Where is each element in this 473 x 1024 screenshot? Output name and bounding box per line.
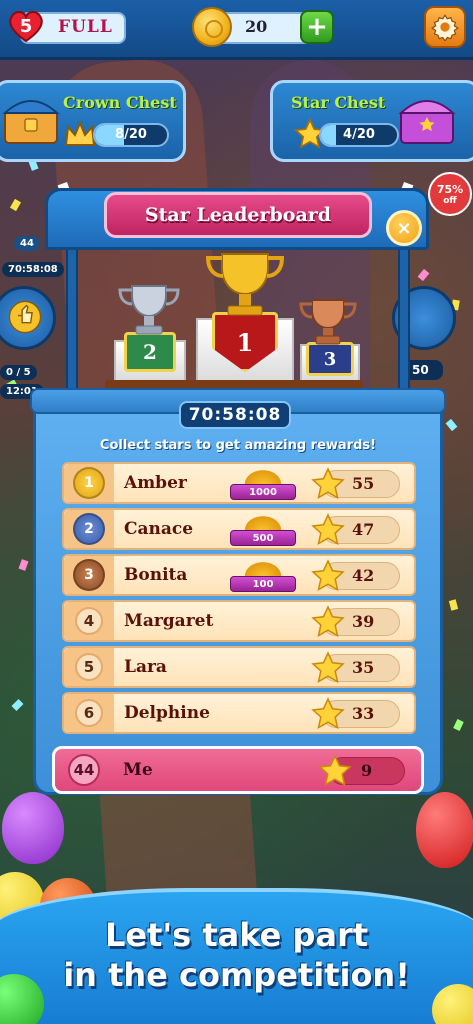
left-widget-counter: 0 / 5 bbox=[0, 365, 37, 380]
leaderboard-timer: 70:58:08 bbox=[179, 401, 291, 429]
heart-icon: 5 bbox=[6, 6, 46, 46]
leaderboard-timer-text: 70:58:08 bbox=[188, 405, 282, 425]
gear-icon bbox=[431, 14, 459, 41]
crown-chest-progress: 8/20 bbox=[93, 123, 169, 147]
star-icon bbox=[311, 513, 345, 546]
player-score: 33 bbox=[352, 704, 375, 723]
thumbs-up-icon bbox=[8, 300, 42, 334]
reward-amount: 1000 bbox=[230, 484, 296, 500]
rank-cell: 5 bbox=[64, 648, 114, 686]
rank-number: 6 bbox=[75, 699, 103, 727]
gold-medal-icon: 1 bbox=[73, 467, 105, 499]
player-name: Margaret bbox=[124, 611, 214, 631]
coin-count: 20 bbox=[245, 17, 268, 36]
leaderboard-row: 6 Delphine 33 bbox=[62, 692, 416, 734]
stand-pole-left bbox=[66, 246, 78, 394]
reward-amount: 500 bbox=[230, 530, 296, 546]
promo-line-2: in the competition! bbox=[63, 956, 410, 994]
reward-amount: 100 bbox=[230, 576, 296, 592]
player-score: 47 bbox=[352, 520, 375, 539]
star-chest-icon bbox=[398, 100, 456, 144]
player-score: 55 bbox=[352, 474, 375, 493]
leaderboard-banner: Star Leaderboard bbox=[104, 192, 372, 238]
crown-chest-progress-text: 8/20 bbox=[115, 127, 147, 142]
crown-chest-icon bbox=[2, 100, 60, 144]
rank-cell: 6 bbox=[64, 694, 114, 732]
leaderboard-list[interactable]: 1 Amber 1000 55 2 Canace 500 47 3 Bonita bbox=[62, 462, 416, 744]
player-name: Bonita bbox=[124, 565, 188, 585]
rank-cell: 3 bbox=[64, 556, 114, 594]
crown-chest-title: Crown Chest bbox=[63, 93, 177, 112]
discount-badge-label: off bbox=[443, 195, 457, 206]
crown-chest-card[interactable]: Crown Chest 8/20 bbox=[0, 80, 186, 162]
leaderboard-subtitle: Collect stars to get amazing rewards! bbox=[99, 438, 377, 453]
rank-cell: 4 bbox=[64, 602, 114, 640]
rank-cell: 1 bbox=[64, 464, 114, 502]
left-widget-timer: 70:58:08 bbox=[2, 262, 64, 277]
leaderboard-row: 3 Bonita 100 42 bbox=[62, 554, 416, 596]
leaderboard-title: Star Leaderboard bbox=[144, 204, 332, 226]
star-icon bbox=[311, 651, 345, 684]
player-score: 39 bbox=[352, 612, 375, 631]
leaderboard-row: 1 Amber 1000 55 bbox=[62, 462, 416, 504]
my-rank-number: 44 bbox=[68, 754, 100, 786]
player-name: Canace bbox=[124, 519, 194, 539]
rank-number: 4 bbox=[75, 607, 103, 635]
settings-button[interactable] bbox=[424, 6, 466, 48]
silver-medal-icon: 2 bbox=[73, 513, 105, 545]
purple-balloon bbox=[2, 792, 64, 864]
coin-reward: 500 bbox=[230, 514, 296, 548]
star-icon bbox=[311, 559, 345, 592]
player-name: Delphine bbox=[124, 703, 210, 723]
star-chest-card[interactable]: Star Chest 4/20 bbox=[270, 80, 473, 162]
podium-plaque-second: 2 bbox=[124, 332, 176, 372]
gold-trophy-icon bbox=[205, 253, 285, 316]
bronze-trophy-icon bbox=[299, 299, 357, 345]
player-name: Lara bbox=[124, 657, 167, 677]
player-score: 35 bbox=[352, 658, 375, 677]
leaderboard-row: 5 Lara 35 bbox=[62, 646, 416, 688]
silver-trophy-icon bbox=[118, 285, 180, 335]
top-bar: 5 FULL 20 + bbox=[0, 0, 473, 60]
star-chest-title: Star Chest bbox=[291, 93, 386, 112]
my-name: Me bbox=[123, 760, 153, 780]
add-coins-button[interactable]: + bbox=[300, 10, 334, 44]
lives-status: FULL bbox=[58, 17, 113, 37]
discount-badge[interactable]: 75% off bbox=[428, 172, 472, 216]
discount-badge-percent: 75% bbox=[436, 182, 464, 196]
promo-line-1: Let's take part bbox=[104, 916, 369, 954]
bronze-medal-icon: 3 bbox=[73, 559, 105, 591]
rank-cell: 44 bbox=[55, 749, 113, 791]
podium-plaque-third: 3 bbox=[306, 342, 354, 376]
rank-number: 5 bbox=[75, 653, 103, 681]
coin-reward: 100 bbox=[230, 560, 296, 594]
my-rank-row[interactable]: 44 Me 9 bbox=[52, 746, 424, 794]
star-chest-progress: 4/20 bbox=[319, 123, 399, 147]
player-name: Amber bbox=[124, 473, 187, 493]
leaderboard-row: 4 Margaret 39 bbox=[62, 600, 416, 642]
player-score: 42 bbox=[352, 566, 375, 585]
star-icon bbox=[311, 467, 345, 500]
crown-icon bbox=[64, 120, 96, 146]
stand-pole-right bbox=[398, 246, 410, 394]
red-balloon bbox=[416, 792, 473, 868]
star-icon bbox=[318, 754, 352, 787]
leaderboard-row: 2 Canace 500 47 bbox=[62, 508, 416, 550]
coin-reward: 1000 bbox=[230, 468, 296, 502]
star-icon bbox=[311, 697, 345, 730]
close-button[interactable]: × bbox=[386, 210, 422, 246]
left-level-badge: 44 bbox=[14, 236, 40, 251]
coin-icon bbox=[192, 7, 232, 47]
star-chest-progress-text: 4/20 bbox=[343, 127, 375, 142]
my-score: 9 bbox=[361, 761, 373, 780]
lives-count: 5 bbox=[19, 15, 33, 37]
star-icon bbox=[311, 605, 345, 638]
rank-cell: 2 bbox=[64, 510, 114, 548]
